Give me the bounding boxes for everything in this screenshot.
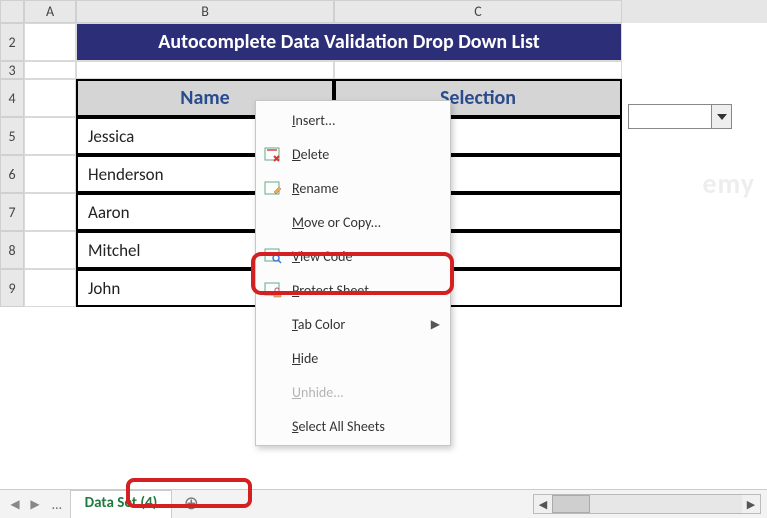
sheet-tab-bar: ◀ ▶ … Data Set (4) ⊕ ◀ ▶ bbox=[0, 489, 767, 518]
chevron-right-icon: ▶ bbox=[431, 317, 440, 332]
add-sheet-button[interactable]: ⊕ bbox=[180, 493, 202, 515]
row-header-7[interactable]: 7 bbox=[0, 193, 24, 231]
cell-a5[interactable] bbox=[24, 117, 76, 155]
rename-icon bbox=[260, 177, 286, 199]
sheet-context-menu: Insert... Delete Rename Move or Copy... … bbox=[255, 100, 451, 446]
menu-rename[interactable]: Rename bbox=[256, 171, 450, 205]
scroll-left-icon[interactable]: ◀ bbox=[534, 495, 552, 513]
unhide-icon bbox=[260, 381, 286, 403]
view-code-icon bbox=[260, 245, 286, 267]
dropdown-arrow-icon[interactable] bbox=[711, 105, 731, 128]
row-header-9[interactable]: 9 bbox=[0, 269, 24, 307]
menu-tab-color[interactable]: Tab Color ▶ bbox=[256, 307, 450, 341]
move-icon bbox=[260, 211, 286, 233]
cell-a8[interactable] bbox=[24, 231, 76, 269]
tab-nav-next[interactable]: ▶ bbox=[26, 497, 44, 512]
row-header-6[interactable]: 6 bbox=[0, 155, 24, 193]
tab-overflow[interactable]: … bbox=[46, 496, 68, 513]
menu-unhide: Unhide... bbox=[256, 375, 450, 409]
cell-a7[interactable] bbox=[24, 193, 76, 231]
cell-a4[interactable] bbox=[24, 79, 76, 117]
menu-insert[interactable]: Insert... bbox=[256, 103, 450, 137]
menu-hide[interactable]: Hide bbox=[256, 341, 450, 375]
title-cell[interactable]: Autocomplete Data Validation Drop Down L… bbox=[76, 23, 622, 61]
hide-icon bbox=[260, 347, 286, 369]
menu-label: View Code bbox=[292, 248, 352, 265]
column-header-a[interactable]: A bbox=[24, 0, 76, 23]
cell-a6[interactable] bbox=[24, 155, 76, 193]
scroll-track[interactable] bbox=[552, 495, 742, 513]
menu-view-code[interactable]: View Code bbox=[256, 239, 450, 273]
sheet-tab-active[interactable]: Data Set (4) bbox=[70, 490, 173, 518]
menu-move-copy[interactable]: Move or Copy... bbox=[256, 205, 450, 239]
insert-icon bbox=[260, 109, 286, 131]
scroll-thumb[interactable] bbox=[552, 495, 590, 513]
row-header-3[interactable]: 3 bbox=[0, 61, 24, 79]
cell-a9[interactable] bbox=[24, 269, 76, 307]
menu-label: Insert... bbox=[292, 112, 336, 129]
tab-color-icon bbox=[260, 313, 286, 335]
validation-combobox[interactable] bbox=[628, 104, 732, 129]
delete-icon bbox=[260, 143, 286, 165]
menu-label: Select All Sheets bbox=[292, 418, 385, 435]
column-header-c[interactable]: C bbox=[334, 0, 622, 23]
cell-b3[interactable] bbox=[76, 61, 334, 79]
menu-delete[interactable]: Delete bbox=[256, 137, 450, 171]
menu-select-all-sheets[interactable]: Select All Sheets bbox=[256, 409, 450, 443]
protect-icon bbox=[260, 279, 286, 301]
menu-label: Hide bbox=[292, 350, 318, 367]
corner-cell[interactable] bbox=[0, 0, 24, 23]
column-headers-row: A B C bbox=[0, 0, 767, 23]
menu-label: Tab Color bbox=[292, 316, 345, 333]
row-header-5[interactable]: 5 bbox=[0, 117, 24, 155]
row-header-4[interactable]: 4 bbox=[0, 79, 24, 117]
scroll-right-icon[interactable]: ▶ bbox=[742, 495, 760, 513]
cell-a3[interactable] bbox=[24, 61, 76, 79]
menu-label: Delete bbox=[292, 146, 329, 163]
horizontal-scrollbar[interactable]: ◀ ▶ bbox=[533, 494, 761, 514]
select-all-icon bbox=[260, 415, 286, 437]
menu-protect-sheet[interactable]: Protect Sheet... bbox=[256, 273, 450, 307]
menu-label: Protect Sheet... bbox=[292, 282, 380, 299]
row-header-2[interactable]: 2 bbox=[0, 23, 24, 61]
menu-label: Move or Copy... bbox=[292, 214, 381, 231]
row-header-8[interactable]: 8 bbox=[0, 231, 24, 269]
column-header-b[interactable]: B bbox=[76, 0, 334, 23]
cell-c3[interactable] bbox=[334, 61, 622, 79]
tab-nav-prev[interactable]: ◀ bbox=[6, 497, 24, 512]
menu-label: Unhide... bbox=[292, 384, 344, 401]
menu-label: Rename bbox=[292, 180, 339, 197]
cell-a2[interactable] bbox=[24, 23, 76, 61]
